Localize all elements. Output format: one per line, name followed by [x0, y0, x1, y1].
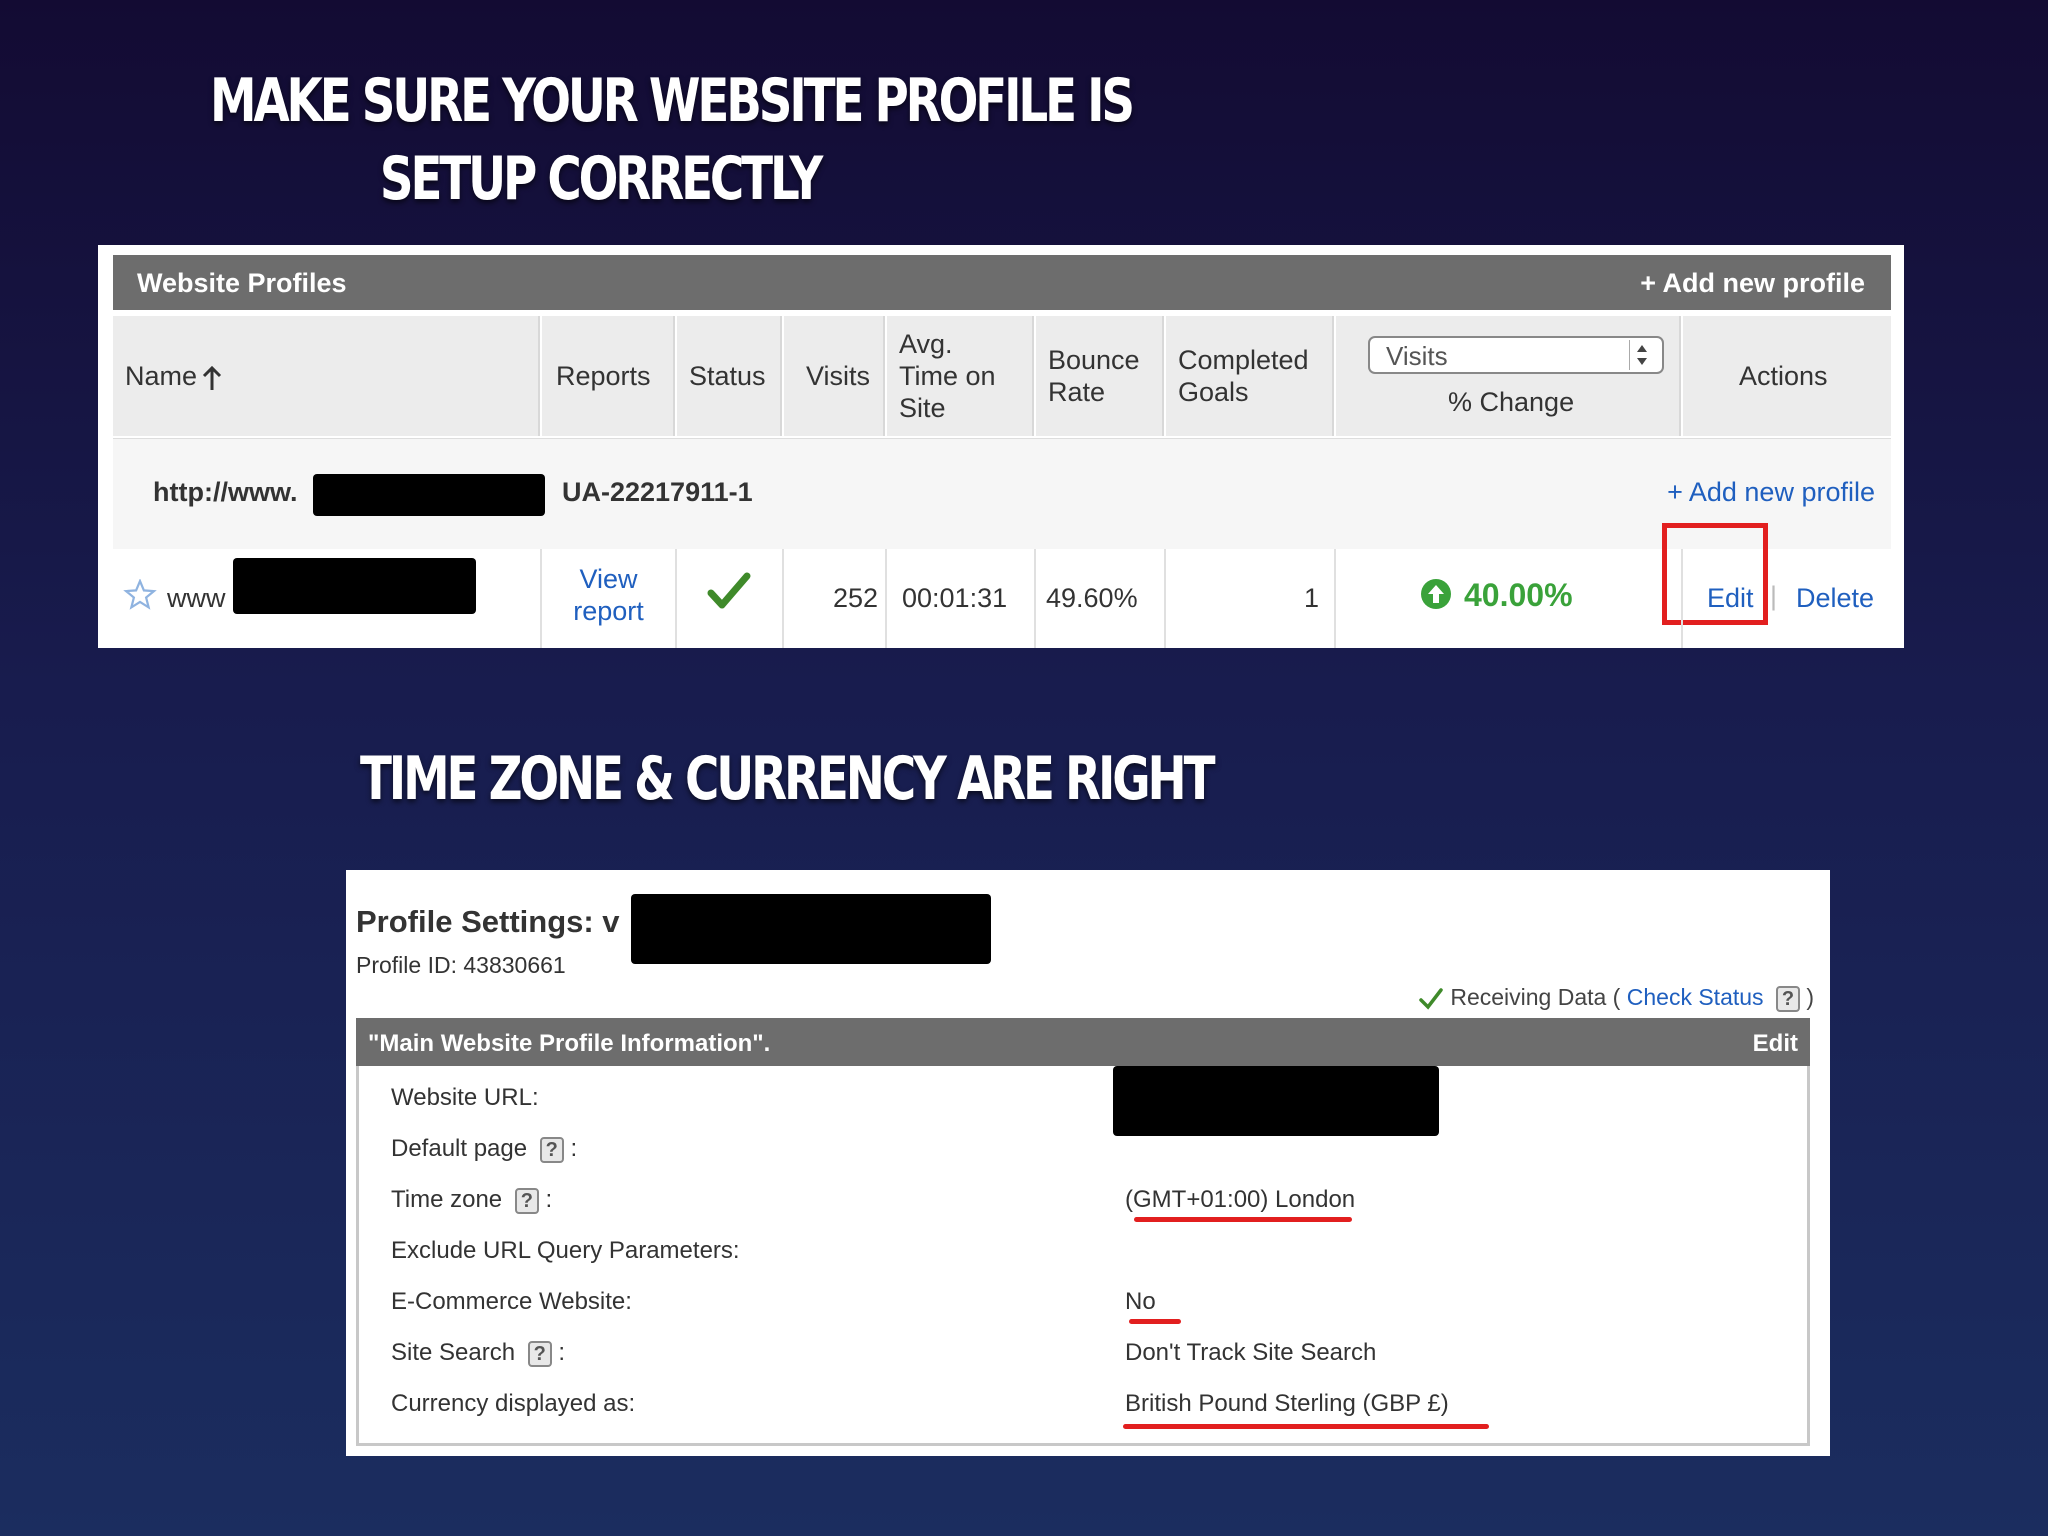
profiles-header-bar: Website Profiles + Add new profile [113, 255, 1891, 310]
ecommerce-underline [1129, 1319, 1181, 1324]
bounce-rate-value: 49.60% [1046, 583, 1138, 613]
edit-highlight-box [1662, 523, 1768, 625]
help-icon[interactable]: ? [514, 1187, 539, 1214]
currency-label: Currency displayed as: [391, 1390, 636, 1417]
action-separator: | [1770, 581, 1778, 611]
help-icon[interactable]: ? [527, 1340, 552, 1367]
receiving-check-icon [1419, 988, 1443, 1010]
change-value: 40.00% [1464, 577, 1573, 613]
row-divider [1034, 549, 1036, 648]
col-reports-header: Reports [542, 316, 675, 436]
time-zone-label-text: Time zone [391, 1186, 503, 1213]
row-divider [675, 549, 677, 648]
col-change-label: % Change [1448, 387, 1575, 417]
check-status-link[interactable]: Check Status [1627, 984, 1764, 1010]
currency-value: British Pound Sterling (GBP £) [1125, 1390, 1449, 1417]
receiving-data-close: ) [1806, 984, 1814, 1010]
row-divider [1681, 549, 1683, 648]
row-divider [1164, 549, 1166, 648]
default-page-label-text: Default page [391, 1135, 528, 1162]
redacted-website-url [1113, 1066, 1439, 1136]
slide-heading-1: Make sure your website profile is setup … [210, 62, 1135, 218]
col-goals-header[interactable]: Completed Goals [1166, 316, 1334, 436]
row-divider [540, 549, 542, 648]
main-profile-info-bar: "Main Website Profile Information". Edit [356, 1018, 1810, 1066]
select-arrows-icon [1629, 340, 1654, 370]
view-report-line-1: View [579, 564, 638, 594]
row-divider [782, 549, 784, 648]
row-divider [1334, 549, 1336, 648]
add-new-profile-header-link[interactable]: + Add new profile [1640, 268, 1865, 299]
ecommerce-label: E-Commerce Website: [391, 1288, 632, 1315]
row-divider [885, 549, 887, 648]
col-avg-time-header[interactable]: Avg. Time on Site [887, 316, 1034, 436]
website-profiles-panel: Website Profiles + Add new profile Name … [98, 245, 1904, 648]
profile-id: Profile ID: 43830661 [356, 952, 566, 978]
col-goals-label-2: Goals [1178, 377, 1249, 407]
main-profile-info-body: Website URL: Default page ? : Time zone … [356, 1066, 1810, 1446]
col-avg-time-label-2: Time on [899, 361, 996, 391]
col-status-header: Status [677, 316, 782, 436]
col-avg-time-label-3: Site [899, 393, 946, 423]
metric-select-value: Visits [1386, 341, 1448, 371]
site-search-label: Site Search ? : [391, 1339, 566, 1367]
status-check-icon [707, 572, 751, 609]
col-actions-label: Actions [1739, 361, 1828, 391]
default-page-label: Default page ? : [391, 1135, 578, 1163]
favorite-star-icon[interactable] [123, 579, 157, 611]
account-row: http://www. UA-22217911-1 + Add new prof… [113, 438, 1891, 550]
col-avg-time-label-1: Avg. [899, 329, 953, 359]
avg-time-value: 00:01:31 [902, 583, 1008, 613]
metric-select[interactable]: Visits [1368, 336, 1664, 374]
profiles-title: Website Profiles [137, 268, 347, 298]
currency-underline [1123, 1424, 1489, 1429]
redacted-account-url [313, 474, 545, 516]
receiving-data-label: Receiving Data ( [1450, 984, 1621, 1010]
col-status-label: Status [689, 361, 766, 391]
col-name-label: Name [125, 361, 198, 391]
time-zone-value: (GMT+01:00) London [1125, 1186, 1356, 1213]
sort-arrow-up-icon [202, 366, 222, 390]
ecommerce-value: No [1125, 1288, 1156, 1315]
profile-settings-panel: Profile Settings: v Profile ID: 43830661… [346, 870, 1830, 1456]
website-url-label: Website URL: [391, 1084, 539, 1111]
account-url-prefix: http://www. [153, 477, 298, 507]
col-actions-header: Actions [1683, 316, 1891, 436]
main-profile-info-edit[interactable]: Edit [1753, 1030, 1798, 1058]
redacted-profile-name [233, 558, 476, 614]
profile-settings-title: Profile Settings: v [356, 904, 620, 939]
col-bounce-label-1: Bounce [1048, 345, 1140, 375]
site-search-label-text: Site Search [391, 1339, 516, 1366]
col-goals-label-1: Completed [1178, 345, 1309, 375]
col-visits-header[interactable]: Visits [784, 316, 885, 436]
col-reports-label: Reports [556, 361, 651, 391]
help-icon[interactable]: ? [1775, 985, 1800, 1012]
redacted-profile-title [631, 894, 991, 964]
col-visits-label: Visits [806, 361, 871, 391]
view-report-line-2: report [573, 596, 644, 626]
account-ua-id: UA-22217911-1 [562, 477, 753, 507]
profile-row: www View report 252 00:01:31 49.60% 1 40… [113, 523, 1891, 648]
col-name-header[interactable]: Name [113, 316, 540, 436]
delete-profile-link[interactable]: Delete [1796, 583, 1874, 614]
add-new-profile-row-link[interactable]: + Add new profile [1667, 477, 1875, 508]
receiving-data-status: Receiving Data ( Check Status ? ) [1418, 984, 1814, 1012]
site-search-value: Don't Track Site Search [1125, 1339, 1377, 1366]
help-icon[interactable]: ? [539, 1136, 564, 1163]
col-bounce-label-2: Rate [1048, 377, 1106, 407]
goals-value: 1 [1303, 583, 1319, 613]
heading-1-line-1: Make sure your website profile is [210, 66, 1135, 136]
exclude-params-label: Exclude URL Query Parameters: [391, 1237, 740, 1264]
time-zone-label: Time zone ? : [391, 1186, 553, 1214]
main-profile-info-title: "Main Website Profile Information". [368, 1030, 771, 1057]
heading-1-line-2: setup correctly [379, 144, 823, 214]
profile-name-prefix: www [167, 583, 226, 613]
change-up-arrow-icon [1421, 579, 1451, 609]
view-report-link[interactable]: View report [542, 563, 675, 627]
time-zone-underline [1134, 1217, 1352, 1222]
visits-value: 252 [832, 583, 878, 613]
slide-heading-2: Time zone & currency are right [360, 744, 1216, 814]
col-change-header: Visits % Change [1336, 316, 1681, 436]
col-bounce-header[interactable]: Bounce Rate [1036, 316, 1164, 436]
